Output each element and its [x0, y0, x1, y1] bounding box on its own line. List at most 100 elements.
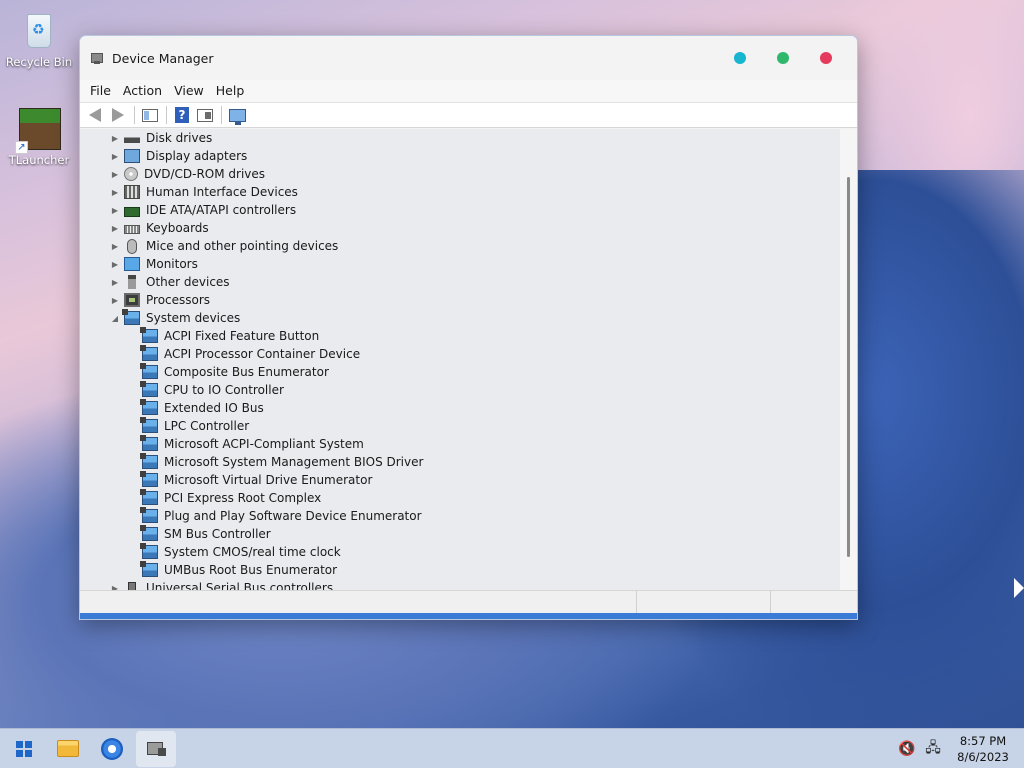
scan-hardware-icon	[228, 108, 246, 125]
start-icon	[16, 740, 32, 757]
tree-item-dvd-drives[interactable]: ▶ DVD/CD-ROM drives	[80, 165, 840, 183]
back-arrow-icon	[89, 108, 101, 122]
expand-arrow-icon[interactable]: ▶	[108, 224, 122, 233]
tree-item-label: SM Bus Controller	[164, 527, 271, 541]
properties-button[interactable]	[194, 104, 216, 126]
expand-arrow-icon[interactable]: ▶	[108, 206, 122, 215]
tree-child-item[interactable]: LPC Controller	[80, 417, 840, 435]
desktop-icon-recycle-bin[interactable]: Recycle Bin	[4, 8, 74, 69]
tree-item-label: Microsoft Virtual Drive Enumerator	[164, 473, 373, 487]
tree-child-item[interactable]: Composite Bus Enumerator	[80, 363, 840, 381]
tree-item-label: Mice and other pointing devices	[146, 239, 339, 253]
tree-item-label: Other devices	[146, 275, 230, 289]
clock-date: 8/6/2023	[957, 749, 1009, 764]
system-device-icon	[140, 561, 158, 577]
close-button[interactable]	[804, 43, 847, 73]
maximize-button[interactable]	[761, 43, 804, 73]
tree-item-mice[interactable]: ▶ Mice and other pointing devices	[80, 237, 840, 255]
tree-child-item[interactable]: SM Bus Controller	[80, 525, 840, 543]
vertical-scrollbar[interactable]	[840, 129, 857, 590]
hid-icon	[124, 185, 140, 199]
tree-item-display-adapters[interactable]: ▶ Display adapters	[80, 147, 840, 165]
file-explorer-icon	[57, 740, 79, 757]
help-button[interactable]: ?	[171, 104, 193, 126]
title-bar[interactable]: Device Manager	[80, 36, 857, 80]
device-tree: ▶ Disk drives ▶ Display adapters ▶ DVD/C…	[80, 129, 840, 590]
tree-item-label: ACPI Fixed Feature Button	[164, 329, 320, 343]
tree-item-system-devices[interactable]: ◢ System devices	[80, 309, 840, 327]
expand-arrow-icon[interactable]: ▶	[108, 296, 122, 305]
taskbar-browser[interactable]	[92, 731, 132, 767]
mouse-icon	[127, 238, 137, 254]
tree-item-label: Display adapters	[146, 149, 248, 163]
expand-arrow-icon[interactable]: ▶	[108, 170, 122, 179]
clock-time: 8:57 PM	[959, 733, 1007, 748]
back-button[interactable]	[84, 104, 106, 126]
system-device-icon	[140, 345, 158, 361]
network-disconnected-icon[interactable]: 🖧	[922, 738, 944, 760]
taskbar-file-explorer[interactable]	[48, 731, 88, 767]
scan-hardware-button[interactable]	[226, 104, 248, 126]
tree-item-usb-controllers[interactable]: ▶ Universal Serial Bus controllers	[80, 579, 840, 590]
tree-child-item[interactable]: Plug and Play Software Device Enumerator	[80, 507, 840, 525]
tree-child-item[interactable]: Microsoft Virtual Drive Enumerator	[80, 471, 840, 489]
tree-child-item[interactable]: PCI Express Root Complex	[80, 489, 840, 507]
system-device-icon	[140, 489, 158, 505]
tree-item-label: Plug and Play Software Device Enumerator	[164, 509, 422, 523]
tree-item-ide-controllers[interactable]: ▶ IDE ATA/ATAPI controllers	[80, 201, 840, 219]
show-hide-console-tree-button[interactable]	[139, 104, 161, 126]
minimize-button[interactable]	[718, 43, 761, 73]
system-device-icon	[140, 471, 158, 487]
tree-child-item[interactable]: ACPI Fixed Feature Button	[80, 327, 840, 345]
disk-drive-icon	[124, 131, 140, 145]
tree-child-item[interactable]: Extended IO Bus	[80, 399, 840, 417]
system-device-icon	[140, 543, 158, 559]
system-device-icon	[140, 327, 158, 343]
menu-action[interactable]: Action	[117, 80, 168, 102]
system-device-icon	[140, 435, 158, 451]
tree-item-human-interface-devices[interactable]: ▶ Human Interface Devices	[80, 183, 840, 201]
tree-child-item[interactable]: Microsoft ACPI-Compliant System	[80, 435, 840, 453]
start-button[interactable]	[4, 731, 44, 767]
tree-item-label: LPC Controller	[164, 419, 250, 433]
forward-button[interactable]	[107, 104, 129, 126]
tree-item-label: Disk drives	[146, 131, 213, 145]
tree-child-item[interactable]: System CMOS/real time clock	[80, 543, 840, 561]
menu-view[interactable]: View	[168, 80, 210, 102]
tree-item-keyboards[interactable]: ▶ Keyboards	[80, 219, 840, 237]
expand-arrow-icon[interactable]: ▶	[108, 242, 122, 251]
menu-file[interactable]: File	[84, 80, 117, 102]
window-controls	[718, 43, 847, 73]
recycle-bin-icon	[17, 8, 61, 52]
expand-arrow-icon[interactable]: ▶	[108, 260, 122, 269]
expand-arrow-icon[interactable]: ▶	[108, 278, 122, 287]
volume-muted-icon[interactable]: 🔇	[896, 738, 918, 760]
tree-item-other-devices[interactable]: ▶ Other devices	[80, 273, 840, 291]
desktop-icon-tlauncher[interactable]: ↗ TLauncher	[4, 106, 74, 167]
device-tree-pane: ▶ Disk drives ▶ Display adapters ▶ DVD/C…	[80, 129, 857, 590]
tree-item-disk-drives[interactable]: ▶ Disk drives	[80, 129, 840, 147]
tree-child-item[interactable]: Microsoft System Management BIOS Driver	[80, 453, 840, 471]
device-manager-app-icon	[89, 51, 105, 65]
tree-item-monitors[interactable]: ▶ Monitors	[80, 255, 840, 273]
tree-child-item[interactable]: ACPI Processor Container Device	[80, 345, 840, 363]
maximize-icon	[776, 52, 789, 64]
scrollbar-thumb[interactable]	[847, 177, 850, 557]
system-device-icon	[122, 309, 140, 325]
status-cell	[771, 591, 857, 613]
tree-child-item[interactable]: CPU to IO Controller	[80, 381, 840, 399]
menu-help[interactable]: Help	[210, 80, 251, 102]
expand-arrow-icon[interactable]: ▶	[108, 188, 122, 197]
taskbar-device-manager[interactable]	[136, 730, 176, 767]
expand-arrow-icon[interactable]: ▶	[108, 152, 122, 161]
help-icon: ?	[175, 107, 189, 123]
system-device-icon	[140, 417, 158, 433]
browser-icon	[101, 737, 123, 760]
collapse-arrow-icon[interactable]: ◢	[108, 314, 122, 323]
window-bottom-accent	[80, 613, 857, 619]
expand-arrow-icon[interactable]: ▶	[108, 134, 122, 143]
ide-controller-icon	[124, 207, 140, 217]
tree-item-processors[interactable]: ▶ Processors	[80, 291, 840, 309]
clock[interactable]: 8:57 PM 8/6/2023	[948, 733, 1018, 765]
tree-child-item[interactable]: UMBus Root Bus Enumerator	[80, 561, 840, 579]
